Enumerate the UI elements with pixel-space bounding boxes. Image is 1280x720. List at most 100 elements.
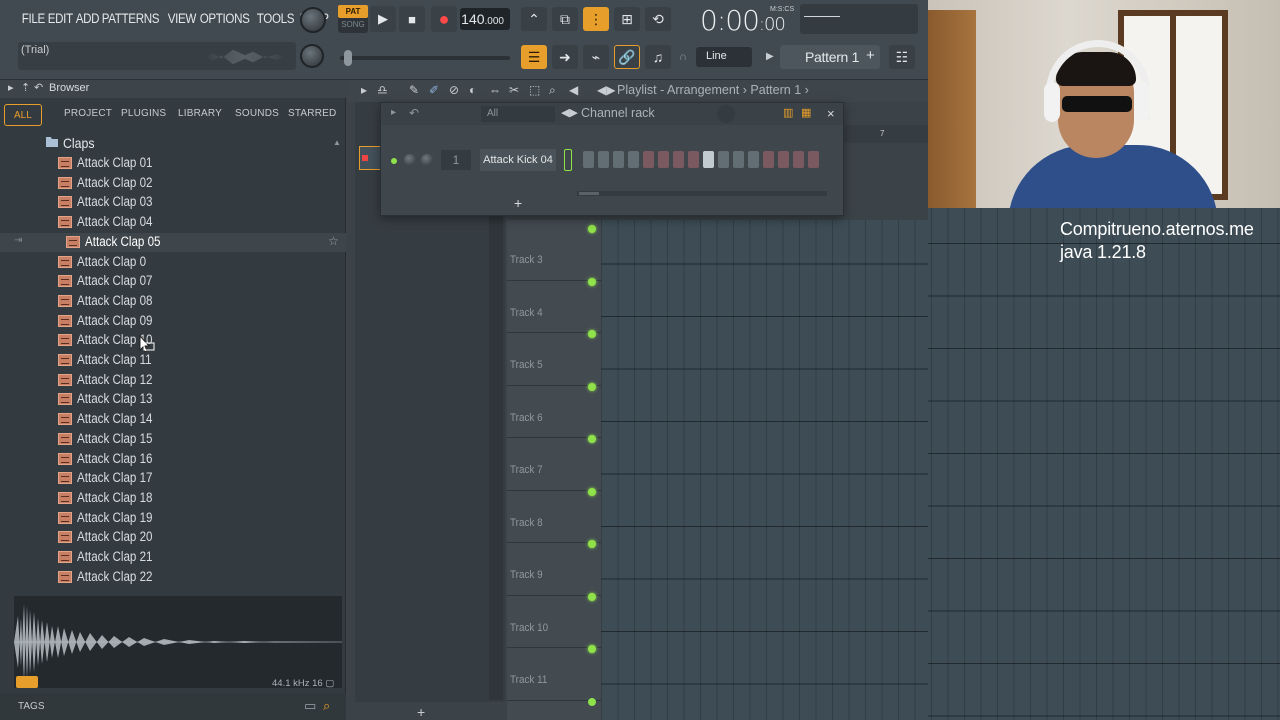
browser-view-button[interactable]: ♫: [645, 45, 671, 69]
pattern-prev-icon[interactable]: ▶: [766, 51, 774, 62]
channel-rack-view-button[interactable]: ⌁: [583, 45, 609, 69]
channel-filter-selector[interactable]: All: [481, 106, 555, 122]
delete-tool-icon[interactable]: ⊘: [449, 83, 459, 97]
menu-options[interactable]: OPTIONS: [198, 6, 251, 32]
track-header-item[interactable]: Track 6: [507, 382, 601, 438]
step-sequencer-icon[interactable]: ▦: [801, 106, 811, 119]
favorite-star-icon[interactable]: ☆: [328, 234, 339, 248]
swing-knob[interactable]: [717, 105, 735, 123]
browser-file-item[interactable]: Attack Clap 01: [0, 154, 346, 174]
slider-thumb[interactable]: [344, 50, 352, 66]
track-active-led[interactable]: [588, 277, 596, 286]
playback-tool-icon[interactable]: ◀: [569, 83, 578, 97]
browser-file-item[interactable]: Attack Clap 13: [0, 390, 346, 410]
rack-swing-icon[interactable]: ◀▶: [561, 106, 578, 119]
draw-tool-icon[interactable]: ✎: [409, 83, 419, 97]
step-button[interactable]: [583, 151, 594, 168]
master-pitch-knob[interactable]: [300, 44, 324, 68]
expand-arrow-icon[interactable]: ⇥: [14, 235, 22, 246]
step-button[interactable]: [613, 151, 624, 168]
track-header-item[interactable]: Track 8: [507, 487, 601, 543]
track-active-led[interactable]: [588, 697, 596, 706]
back-arrow-icon[interactable]: ↶: [34, 81, 43, 94]
step-button[interactable]: [628, 151, 639, 168]
rack-undo-icon[interactable]: ↶: [409, 106, 419, 120]
browser-file-item[interactable]: Attack Clap 07: [0, 272, 346, 292]
browser-file-item[interactable]: Attack Clap 10: [0, 331, 346, 351]
add-channel-button[interactable]: +: [514, 195, 522, 211]
folder-open-icon[interactable]: ▭: [304, 698, 316, 714]
snap-selector[interactable]: Line: [696, 47, 752, 67]
menu-file[interactable]: FILE: [20, 6, 47, 32]
browser-file-item[interactable]: Attack Clap 20: [0, 528, 346, 548]
browser-file-item[interactable]: Attack Clap 18: [0, 489, 346, 509]
browser-file-item[interactable]: Attack Clap 08: [0, 292, 346, 312]
step-button[interactable]: [808, 151, 819, 168]
paint-tool-icon[interactable]: ✐: [429, 83, 439, 97]
browser-file-item[interactable]: Attack Clap 11: [0, 351, 346, 371]
browser-file-item[interactable]: Attack Clap 21: [0, 548, 346, 568]
browser-file-item[interactable]: Attack Clap 02: [0, 174, 346, 194]
step-button[interactable]: [658, 151, 669, 168]
slip-tool-icon[interactable]: ⇔: [489, 83, 501, 97]
track-active-led[interactable]: [588, 592, 596, 601]
browser-file-item[interactable]: Attack Clap 05 ⇥ ☆: [0, 232, 346, 253]
step-button[interactable]: [778, 151, 789, 168]
pat-song-toggle[interactable]: PAT SONG: [338, 5, 368, 33]
track-active-led[interactable]: [588, 225, 596, 233]
track-header-item[interactable]: Track 7: [507, 435, 601, 491]
tab-starred[interactable]: STARRED: [288, 108, 336, 119]
menu-edit[interactable]: EDIT: [46, 6, 75, 32]
playlist-vertical-scrollbar[interactable]: [489, 210, 503, 700]
step-button[interactable]: [748, 151, 759, 168]
step-button[interactable]: [703, 151, 714, 168]
tempo-display[interactable]: 140.000: [460, 8, 510, 30]
search-icon[interactable]: ⌕: [323, 698, 330, 714]
sample-waveform-preview[interactable]: [14, 596, 342, 688]
mixer-icon-button[interactable]: ☷: [889, 45, 915, 69]
track-header-item[interactable]: Track 4: [507, 277, 601, 333]
slice-tool-icon[interactable]: ✂: [509, 83, 519, 97]
menu-add[interactable]: ADD: [74, 6, 101, 32]
track-active-led[interactable]: [588, 435, 596, 443]
track-header-item[interactable]: Track 3: [507, 225, 601, 281]
channel-volume-knob[interactable]: [421, 154, 433, 166]
step-button[interactable]: [763, 151, 774, 168]
browser-file-item[interactable]: Attack Clap 0: [0, 253, 346, 273]
channel-mixer-track[interactable]: 1: [441, 150, 471, 170]
step-button[interactable]: [793, 151, 804, 168]
track-header-item[interactable]: Track 9: [507, 540, 601, 596]
playlist-view-button[interactable]: ☰: [521, 45, 547, 69]
browser-file-item[interactable]: Attack Clap 17: [0, 469, 346, 489]
browser-file-item[interactable]: Attack Clap 14: [0, 410, 346, 430]
browser-file-item[interactable]: Attack Clap 04: [0, 213, 346, 233]
playlist-arrow-icon[interactable]: ◀▶: [597, 83, 615, 97]
playlist-menu-arrow-icon[interactable]: ▸: [361, 83, 367, 97]
stop-button[interactable]: ■: [399, 6, 425, 32]
browser-file-item[interactable]: Attack Clap 22: [0, 568, 346, 588]
browser-file-item[interactable]: Attack Clap 03: [0, 193, 346, 213]
step-button[interactable]: [718, 151, 729, 168]
menu-patterns[interactable]: PATTERNS: [100, 6, 161, 32]
step-button[interactable]: [643, 151, 654, 168]
playlist-grid[interactable]: [601, 220, 928, 720]
metronome-button[interactable]: ⌃: [521, 7, 547, 31]
zoom-tool-icon[interactable]: ⌕: [549, 83, 556, 98]
step-button[interactable]: [733, 151, 744, 168]
browser-file-item[interactable]: Attack Clap 09: [0, 312, 346, 332]
mixer-view-button[interactable]: ➜: [552, 45, 578, 69]
browser-file-item[interactable]: Attack Clap 15: [0, 430, 346, 450]
add-track-button[interactable]: +: [417, 704, 425, 720]
mute-tool-icon[interactable]: ◐: [469, 83, 476, 97]
headphones-icon[interactable]: ♎: [377, 83, 388, 97]
browser-file-item[interactable]: Attack Clap 16: [0, 450, 346, 470]
track-header-item[interactable]: Track 10: [507, 592, 601, 648]
channel-name-button[interactable]: Attack Kick 04: [480, 149, 556, 171]
browser-file-item[interactable]: Attack Clap 12: [0, 371, 346, 391]
step-edit-button[interactable]: ⊞: [614, 7, 640, 31]
master-volume-slider[interactable]: [340, 56, 510, 60]
menu-view[interactable]: VIEW: [166, 6, 198, 32]
timeline-ruler[interactable]: 7: [844, 125, 928, 143]
select-tool-icon[interactable]: ⬚: [529, 83, 540, 97]
tab-project[interactable]: PROJECT: [64, 108, 112, 119]
